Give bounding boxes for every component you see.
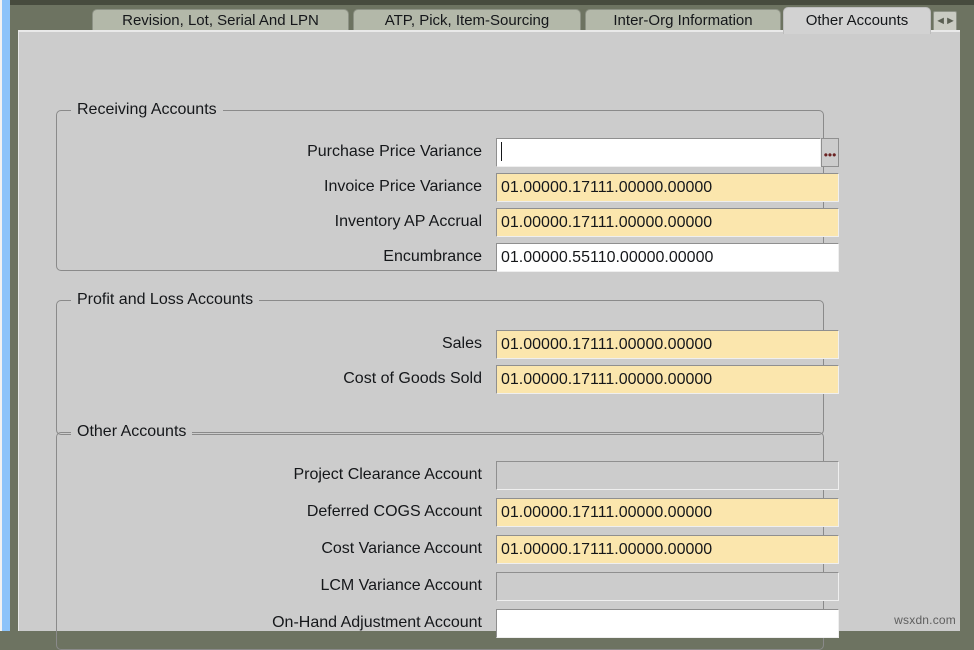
field-row: Encumbrance01.00000.55110.00000.00000 [57, 243, 823, 273]
input-cost-variance-account[interactable]: 01.00000.17111.00000.00000 [496, 535, 839, 564]
group-box-receiving-accounts: Receiving AccountsPurchase Price Varianc… [56, 110, 824, 271]
input-lcm-variance-account [496, 572, 839, 601]
group-box-profit-and-loss-accounts: Profit and Loss AccountsSales01.00000.17… [56, 300, 824, 435]
input-encumbrance[interactable]: 01.00000.55110.00000.00000 [496, 243, 839, 272]
text-caret [501, 142, 502, 161]
input-project-clearance-account [496, 461, 839, 490]
field-row: Invoice Price Variance01.00000.17111.000… [57, 173, 823, 203]
tab-strip: Revision, Lot, Serial And LPNATP, Pick, … [10, 5, 974, 33]
field-row: On-Hand Adjustment Account [57, 609, 823, 639]
label-inventory-ap-accrual: Inventory AP Accrual [102, 208, 494, 236]
label-cost-variance-account: Cost Variance Account [102, 535, 494, 563]
field-row: Project Clearance Account [57, 461, 823, 491]
label-project-clearance-account: Project Clearance Account [102, 461, 494, 489]
input-purchase-price-variance[interactable] [496, 138, 821, 167]
field-row: Cost of Goods Sold01.00000.17111.00000.0… [57, 365, 823, 395]
label-on-hand-adjustment-account: On-Hand Adjustment Account [102, 609, 494, 637]
group-legend-receiving-accounts: Receiving Accounts [71, 101, 223, 119]
field-row: Cost Variance Account01.00000.17111.0000… [57, 535, 823, 565]
field-row: Sales01.00000.17111.00000.00000 [57, 330, 823, 360]
application-window: Revision, Lot, Serial And LPNATP, Pick, … [0, 0, 974, 631]
label-sales: Sales [102, 330, 494, 358]
other-accounts-form-panel: Receiving Accounts Purchase Price Varianc… [18, 30, 960, 631]
label-invoice-price-variance: Invoice Price Variance [102, 173, 494, 201]
label-purchase-price-variance: Purchase Price Variance [102, 138, 494, 166]
label-deferred-cogs-account: Deferred COGS Account [102, 498, 494, 526]
field-row: Deferred COGS Account01.00000.17111.0000… [57, 498, 823, 528]
watermark: wsxdn.com [894, 613, 956, 627]
label-encumbrance: Encumbrance [102, 243, 494, 271]
input-invoice-price-variance[interactable]: 01.00000.17111.00000.00000 [496, 173, 839, 202]
group-legend-other-accounts: Other Accounts [71, 423, 192, 441]
window-left-blue-strip [2, 0, 10, 631]
field-row: Inventory AP Accrual01.00000.17111.00000… [57, 208, 823, 238]
label-lcm-variance-account: LCM Variance Account [102, 572, 494, 600]
field-row: Purchase Price Variance••• [57, 138, 823, 168]
tab-scroll-arrows-icon[interactable]: ◄► [933, 11, 957, 32]
input-inventory-ap-accrual[interactable]: 01.00000.17111.00000.00000 [496, 208, 839, 237]
input-on-hand-adjustment-account[interactable] [496, 609, 839, 638]
tab-other-accounts[interactable]: Other Accounts [783, 7, 931, 34]
input-cost-of-goods-sold[interactable]: 01.00000.17111.00000.00000 [496, 365, 839, 394]
field-row: LCM Variance Account [57, 572, 823, 602]
list-of-values-button-purchase-price-variance[interactable]: ••• [821, 138, 839, 167]
label-cost-of-goods-sold: Cost of Goods Sold [102, 365, 494, 393]
input-sales[interactable]: 01.00000.17111.00000.00000 [496, 330, 839, 359]
input-deferred-cogs-account[interactable]: 01.00000.17111.00000.00000 [496, 498, 839, 527]
group-legend-profit-and-loss-accounts: Profit and Loss Accounts [71, 291, 259, 309]
group-box-other-accounts: Other AccountsProject Clearance AccountD… [56, 432, 824, 650]
